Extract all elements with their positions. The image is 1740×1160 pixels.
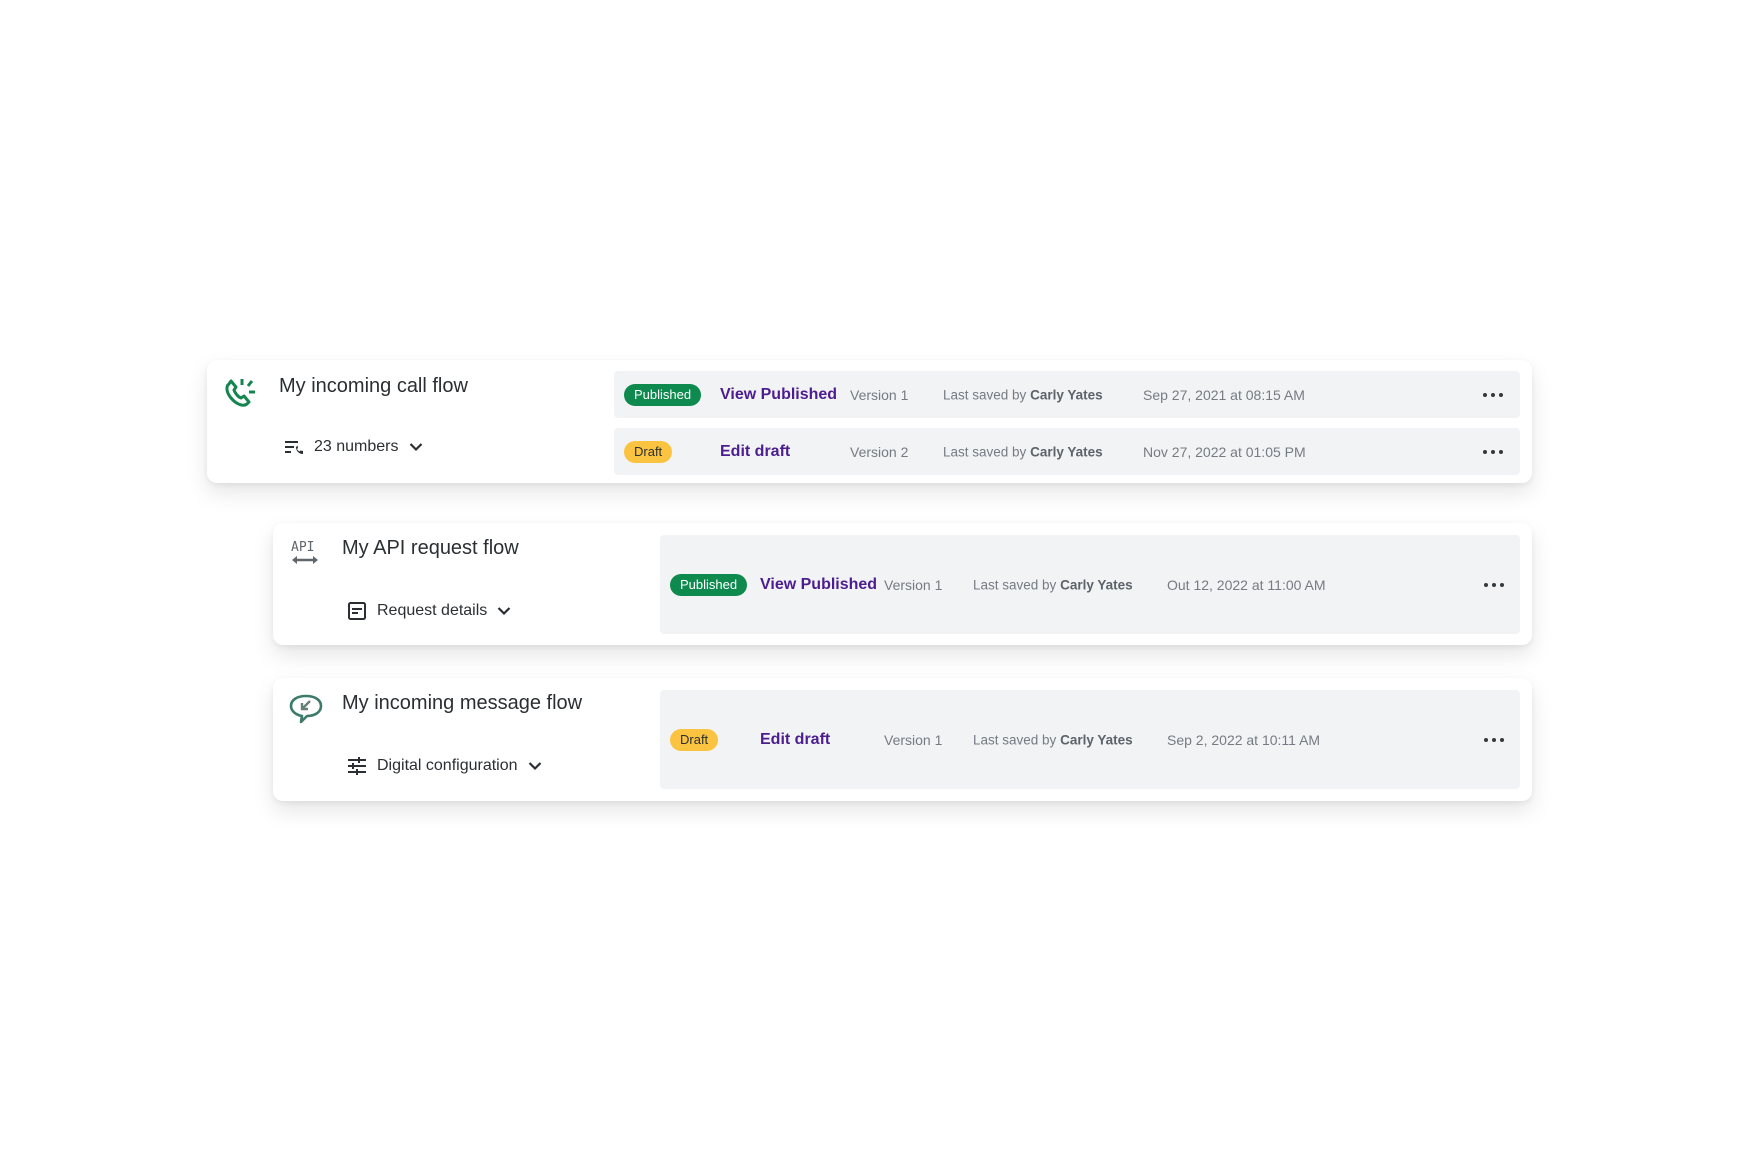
phone-list-icon	[285, 441, 303, 454]
saved-by-user: Carly Yates	[1060, 732, 1133, 747]
document-icon	[348, 602, 366, 620]
numbers-dropdown-label: 23 numbers	[314, 438, 399, 455]
status-badge-published: Published	[670, 573, 748, 596]
last-saved-by: Last saved by Carly Yates	[973, 732, 1133, 747]
status-badge-draft: Draft	[670, 728, 719, 751]
svg-text:API: API	[291, 540, 314, 555]
more-options-icon[interactable]	[1484, 581, 1504, 589]
chevron-down-icon	[528, 762, 541, 771]
incoming-message-icon	[289, 694, 323, 724]
version-label: Version 2	[850, 443, 909, 460]
last-saved-prefix: Last saved by	[973, 732, 1057, 747]
edit-draft-link[interactable]: Edit draft	[720, 443, 790, 461]
last-saved-prefix: Last saved by	[943, 444, 1027, 459]
flow-title: My incoming call flow	[279, 375, 468, 397]
view-published-link[interactable]: View Published	[720, 386, 837, 404]
sliders-icon	[348, 757, 366, 775]
edit-draft-link[interactable]: Edit draft	[760, 731, 830, 749]
version-row: Published View Published Version 1 Last …	[660, 535, 1520, 634]
last-saved-by: Last saved by Carly Yates	[973, 577, 1133, 592]
last-saved-prefix: Last saved by	[973, 577, 1057, 592]
chevron-down-icon	[409, 443, 422, 452]
saved-by-user: Carly Yates	[1060, 577, 1133, 592]
numbers-dropdown[interactable]: 23 numbers	[284, 438, 423, 456]
saved-date: Sep 27, 2021 at 08:15 AM	[1143, 386, 1305, 403]
version-label: Version 1	[884, 731, 943, 748]
flow-title: My API request flow	[342, 537, 519, 559]
last-saved-by: Last saved by Carly Yates	[943, 444, 1103, 459]
status-badge-published: Published	[624, 383, 702, 406]
more-options-icon[interactable]	[1483, 391, 1503, 399]
saved-date: Out 12, 2022 at 11:00 AM	[1167, 576, 1326, 593]
version-label: Version 1	[850, 386, 909, 403]
digital-configuration-label: Digital configuration	[377, 757, 518, 774]
flow-card-api-request: API My API request flow Request details …	[273, 523, 1532, 645]
last-saved-prefix: Last saved by	[943, 387, 1027, 402]
digital-configuration-dropdown[interactable]: Digital configuration	[347, 757, 542, 775]
saved-by-user: Carly Yates	[1030, 387, 1103, 402]
last-saved-by: Last saved by Carly Yates	[943, 387, 1103, 402]
flow-card-incoming-message: My incoming message flow Digital configu…	[273, 678, 1532, 801]
request-details-label: Request details	[377, 602, 488, 619]
more-options-icon[interactable]	[1483, 448, 1503, 456]
version-row: Draft Edit draft Version 1 Last saved by…	[660, 690, 1520, 789]
flow-title: My incoming message flow	[342, 692, 583, 714]
version-row: Draft Edit draft Version 2 Last saved by…	[614, 428, 1520, 475]
saved-date: Sep 2, 2022 at 10:11 AM	[1167, 731, 1321, 748]
view-published-link[interactable]: View Published	[760, 576, 877, 594]
chevron-down-icon	[498, 607, 511, 616]
version-label: Version 1	[884, 576, 943, 593]
saved-date: Nov 27, 2022 at 01:05 PM	[1143, 443, 1306, 460]
incoming-call-icon	[225, 379, 255, 407]
saved-by-user: Carly Yates	[1030, 444, 1103, 459]
request-details-dropdown[interactable]: Request details	[347, 602, 511, 620]
api-icon: API	[291, 540, 318, 564]
more-options-icon[interactable]	[1484, 736, 1504, 744]
status-badge-draft: Draft	[624, 440, 673, 463]
version-row: Published View Published Version 1 Last …	[614, 371, 1520, 418]
flow-card-incoming-call: My incoming call flow 23 numbers Publish…	[207, 360, 1532, 483]
